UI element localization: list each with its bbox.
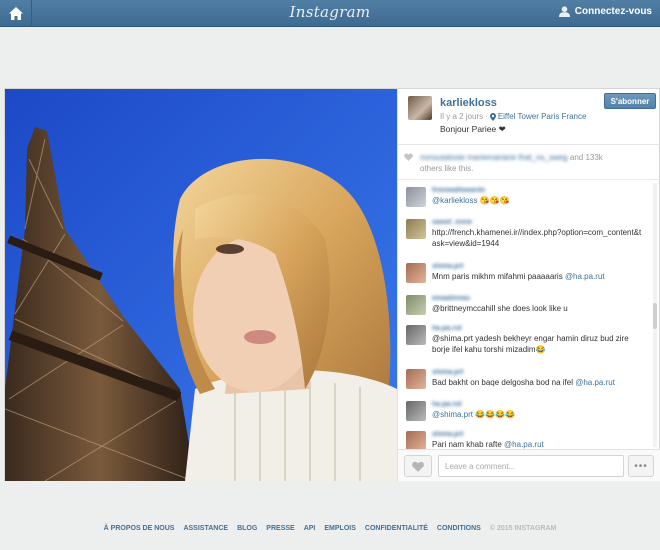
meta-separator: ·: [485, 112, 488, 121]
post-sidebar: karliekloss Il y a 2 jours · Eiffel Towe…: [397, 89, 660, 481]
footer-link-terms[interactable]: CONDITIONS: [437, 525, 481, 532]
scrollbar-thumb[interactable]: [653, 303, 657, 329]
comment-text: Pari nam khab rafte @ha.pa.rut: [432, 439, 644, 449]
comment-avatar[interactable]: [406, 401, 426, 421]
footer-link-api[interactable]: API: [304, 525, 316, 532]
comments-list[interactable]: frionwallowards @karliekloss 😘😘😘 sweet_i…: [398, 181, 660, 449]
follow-button[interactable]: S'abonner: [604, 93, 656, 109]
comment-text: @karliekloss 😘😘😘: [432, 195, 644, 206]
top-bar: Instagram Connectez-vous: [0, 0, 660, 27]
photo-illustration: [5, 89, 397, 481]
comment-body: Pari nam khab rafte: [432, 440, 505, 449]
post-caption: Bonjour Pariee ❤: [440, 124, 506, 134]
comment-avatar[interactable]: [406, 369, 426, 389]
more-icon: •••: [634, 460, 648, 472]
comment-text: Mnm paris mikhm mifahmi paaaaaris @ha.pa…: [432, 271, 644, 282]
footer-copyright: © 2015 INSTAGRAM: [489, 525, 557, 532]
comment-avatar[interactable]: [406, 219, 426, 239]
heart-icon: [412, 461, 424, 472]
comment-bar: •••: [398, 449, 660, 481]
comment-body: Mnm paris mikhm mifahmi paaaaaris: [432, 272, 565, 281]
post-header: karliekloss Il y a 2 jours · Eiffel Towe…: [398, 89, 660, 145]
user-icon: [558, 6, 570, 17]
page-footer: À PROPOS DE NOUS ASSISTANCE BLOG PRESSE …: [0, 525, 660, 532]
avatar[interactable]: [408, 96, 432, 120]
post-card: karliekloss Il y a 2 jours · Eiffel Towe…: [4, 88, 660, 481]
comment-text: @shima.prt yadesh bekheyr engar hamin di…: [432, 334, 629, 354]
login-link[interactable]: Connectez-vous: [558, 6, 652, 17]
likes-count: and 133k: [569, 153, 603, 162]
comment-input[interactable]: [438, 455, 624, 477]
footer-link-about[interactable]: À PROPOS DE NOUS: [104, 525, 175, 532]
footer-link-jobs[interactable]: EMPLOIS: [324, 525, 356, 532]
comment-mention[interactable]: @ha.pa.rut: [575, 378, 615, 387]
comment-text: Bad bakht on baqe delgosha bod na ifel @…: [432, 377, 644, 388]
comment-body[interactable]: @karliekloss 😘😘😘: [432, 196, 510, 205]
footer-link-press[interactable]: PRESSE: [266, 525, 294, 532]
comment-text[interactable]: @shima.prt 😂😂😂😂: [432, 409, 644, 420]
comment-mention[interactable]: @ha.pa.rut: [504, 440, 544, 449]
comments-scrollbar[interactable]: [653, 183, 657, 447]
comment-body: Bad bakht on baqe delgosha bod na ifel: [432, 378, 576, 387]
comment-mention[interactable]: @ha.pa.rut: [565, 272, 605, 281]
comment-text: @brittneymccahill she does look like u: [432, 304, 568, 313]
login-label: Connectez-vous: [574, 6, 652, 17]
post-time[interactable]: Il y a 2 jours: [440, 112, 483, 121]
heart-icon: [404, 153, 413, 161]
like-button[interactable]: [404, 455, 432, 477]
comment-text: http://french.khamenei.ir//index.php?opt…: [432, 228, 642, 248]
post-photo[interactable]: [5, 89, 397, 481]
likers-names[interactable]: nonsutalosie mariemariarie that_ns_sweg: [420, 153, 568, 162]
post-location[interactable]: Eiffel Tower Paris France: [498, 112, 587, 121]
likes-others: others like this.: [420, 164, 474, 173]
likes-summary: nonsutalosie mariemariarie that_ns_sweg …: [398, 146, 660, 180]
footer-link-support[interactable]: ASSISTANCE: [183, 525, 228, 532]
post-username[interactable]: karliekloss: [440, 97, 497, 109]
footer-link-blog[interactable]: BLOG: [237, 525, 257, 532]
post-meta: Il y a 2 jours · Eiffel Tower Paris Fran…: [440, 112, 586, 121]
footer-link-privacy[interactable]: CONFIDENTIALITÉ: [365, 525, 428, 532]
more-options-button[interactable]: •••: [628, 455, 654, 477]
comment-avatar[interactable]: [406, 325, 426, 345]
comment-avatar[interactable]: [406, 431, 426, 449]
location-pin-icon: [489, 112, 496, 121]
comment-avatar[interactable]: [406, 187, 426, 207]
comment-avatar[interactable]: [406, 295, 426, 315]
comment-avatar[interactable]: [406, 263, 426, 283]
